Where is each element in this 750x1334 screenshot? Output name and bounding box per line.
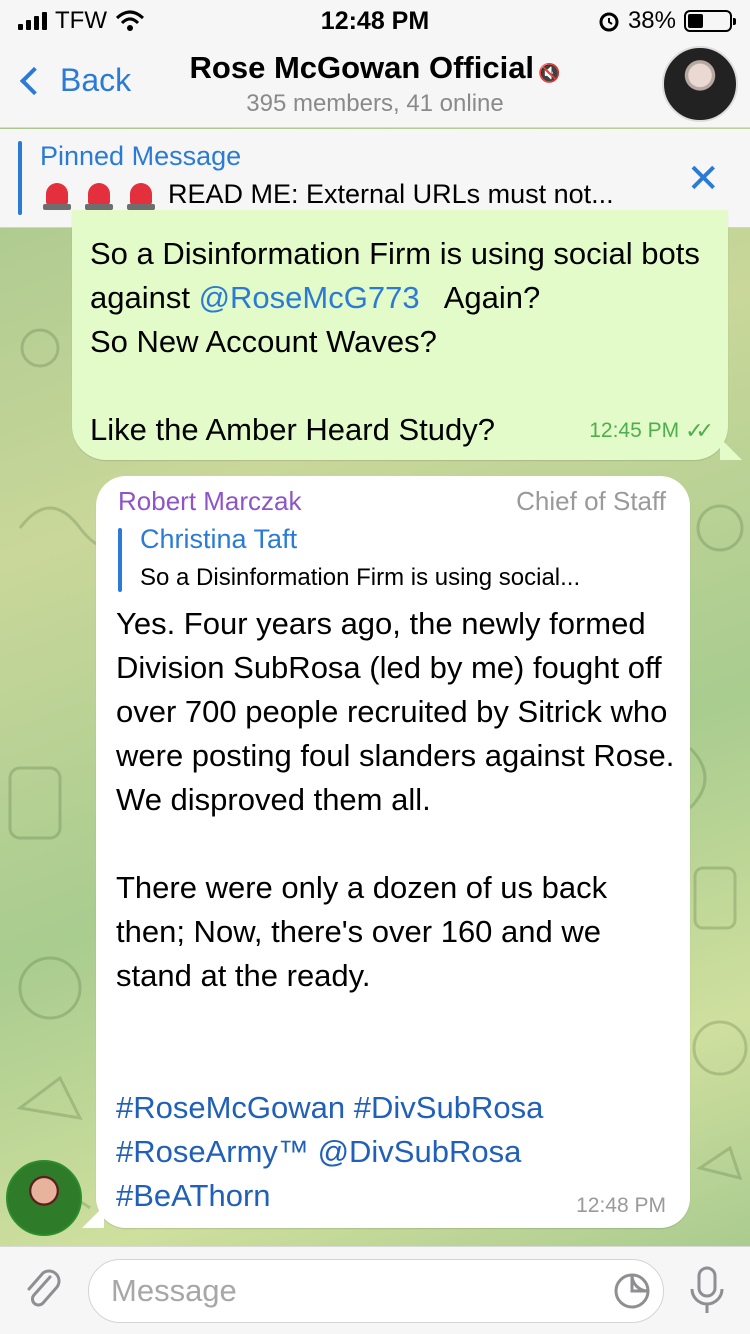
sender-role: Chief of Staff (516, 486, 666, 516)
sender-name[interactable]: Robert Marczak (118, 486, 302, 517)
battery-fill (688, 14, 703, 28)
sticker-icon[interactable] (612, 1271, 652, 1311)
close-icon[interactable]: ✕ (686, 159, 720, 199)
hashtag-link[interactable]: #RoseArmy™ (116, 1134, 309, 1169)
hashtag-link[interactable]: #RoseMcGowan (116, 1090, 345, 1125)
mention-link[interactable]: @RoseMcG773 (199, 280, 420, 315)
reply-preview[interactable]: Christina Taft So a Disinformation Firm … (118, 524, 678, 594)
pinned-accent-bar (18, 141, 22, 215)
alarm-icon (599, 12, 619, 32)
outgoing-message[interactable]: So a Disinformation Firm is using social… (72, 210, 728, 460)
channel-avatar[interactable] (662, 46, 738, 122)
paperclip-icon[interactable] (20, 1267, 66, 1313)
double-check-icon: ✓✓ (685, 418, 714, 443)
reply-accent-bar (118, 528, 122, 592)
battery-icon (684, 10, 736, 32)
message-input-bar (0, 1246, 750, 1334)
reply-author: Christina Taft (140, 524, 298, 554)
message-time: 12:48 PM (576, 1194, 666, 1217)
chat-subtitle: 395 members, 41 online (246, 90, 504, 117)
microphone-icon[interactable] (686, 1265, 728, 1317)
status-bar: TFW 12:48 PM 38% (0, 0, 750, 40)
speaker-muted-icon: 🔇 (538, 63, 561, 84)
message-time: 12:45 PM (589, 419, 680, 442)
hashtag-link[interactable]: #BeAThorn (116, 1178, 271, 1213)
siren-icon (126, 180, 156, 210)
chat-header: Back Rose McGowan Official 🔇 395 members,… (0, 40, 750, 128)
pinned-preview: READ ME: External URLs must not... (42, 179, 614, 210)
siren-icon (42, 180, 72, 210)
hashtag-link[interactable]: #DivSubRosa (354, 1090, 544, 1125)
pinned-text: READ ME: External URLs must not... (168, 179, 614, 209)
sender-avatar[interactable] (6, 1160, 82, 1236)
incoming-message[interactable]: Robert Marczak Chief of Staff Christina … (96, 476, 690, 1228)
siren-icon (84, 180, 114, 210)
reply-text: So a Disinformation Firm is using social… (140, 564, 581, 591)
chat-title-block[interactable]: Rose McGowan Official 🔇 395 members, 41 o… (0, 50, 750, 118)
battery-percent: 38% (627, 7, 676, 34)
chat-title: Rose McGowan Official (189, 50, 535, 85)
hashtags: #RoseMcGowan #DivSubRosa #RoseArmy™ @Div… (116, 1086, 576, 1218)
incoming-message-text: Yes. Four years ago, the newly formed Di… (116, 606, 675, 993)
pinned-title: Pinned Message (40, 141, 242, 171)
outgoing-message-meta: 12:45 PM ✓✓ (589, 418, 714, 444)
mention-link[interactable]: @DivSubRosa (318, 1134, 522, 1169)
message-input[interactable] (88, 1259, 664, 1323)
status-right: 38% (598, 7, 736, 35)
